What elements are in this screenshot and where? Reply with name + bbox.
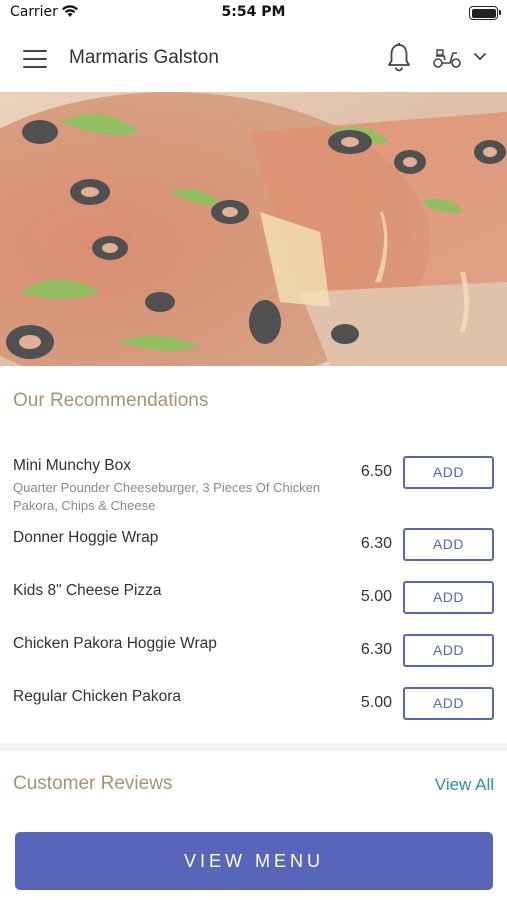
battery-icon (469, 6, 501, 20)
item-name: Donner Hoggie Wrap (13, 529, 159, 546)
menu-icon[interactable] (23, 50, 47, 68)
item-price: 6.50 (360, 463, 392, 480)
view-all-link[interactable]: View All (435, 775, 494, 795)
section-divider (0, 743, 507, 751)
reviews-title: Customer Reviews (13, 773, 173, 794)
item-name: Kids 8" Cheese Pizza (13, 582, 162, 599)
item-price: 5.00 (360, 588, 392, 605)
bell-icon[interactable] (386, 42, 412, 72)
item-name: Regular Chicken Pakora (13, 688, 182, 705)
item-price: 6.30 (360, 535, 392, 552)
add-button[interactable]: ADD (403, 634, 494, 667)
item-name: Mini Munchy Box (13, 457, 132, 474)
add-button[interactable]: ADD (403, 528, 494, 561)
add-button[interactable]: ADD (403, 456, 494, 489)
item-price: 6.30 (360, 641, 392, 658)
pizza-image (0, 92, 507, 366)
item-name: Chicken Pakora Hoggie Wrap (13, 635, 217, 652)
clock: 5:54 PM (221, 4, 286, 20)
chevron-down-icon[interactable] (474, 53, 486, 61)
status-bar: Carrier 5:54 PM (0, 0, 507, 26)
restaurant-name: Marmaris Galston (69, 47, 219, 68)
item-description: Quarter Pounder Cheeseburger, 3 Pieces O… (13, 480, 321, 513)
app-header: Marmaris Galston (0, 26, 507, 92)
recommendations-title: Our Recommendations (13, 390, 209, 411)
hero-pizza-image (0, 92, 507, 366)
view-menu-button[interactable]: VIEW MENU (15, 832, 493, 890)
scooter-icon[interactable] (432, 47, 462, 69)
add-button[interactable]: ADD (403, 687, 494, 720)
add-button[interactable]: ADD (403, 581, 494, 614)
item-price: 5.00 (360, 694, 392, 711)
